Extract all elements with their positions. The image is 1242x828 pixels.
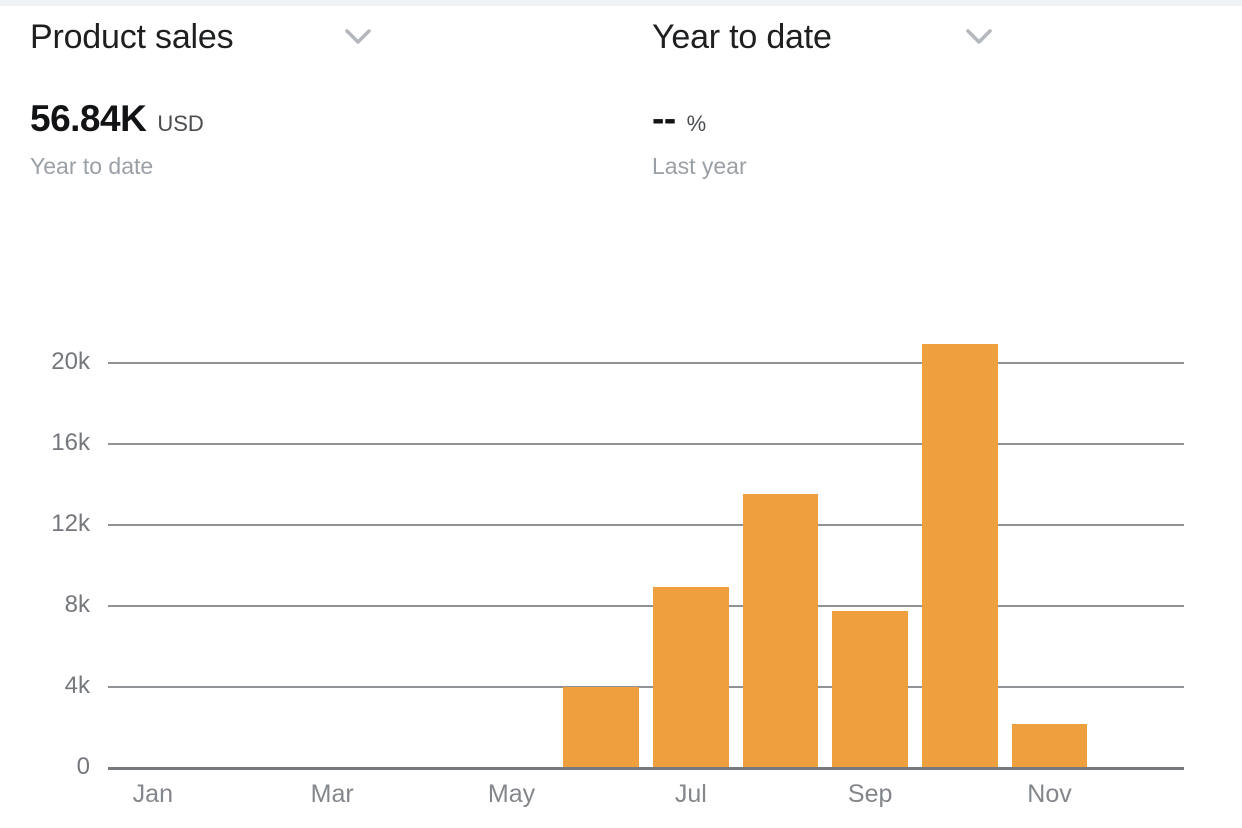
x-axis-tick-label: Mar xyxy=(310,780,354,808)
product-sales-card: Product sales 56.84K USD Year to date Ye… xyxy=(0,6,1242,828)
product-sales-bar-chart: 0 4k 8k 12k 16k 20k Jan Mar May Jul Sep Nov xyxy=(0,246,1242,828)
y-axis-tick-label: 12k xyxy=(51,510,90,537)
chart-bar-jun[interactable] xyxy=(563,687,640,767)
product-sales-value: 56.84K xyxy=(30,98,147,139)
chart-x-axis-labels: Jan Mar May Jul Sep Nov xyxy=(108,780,1184,820)
kpi-product-sales-header: Product sales xyxy=(30,6,610,68)
year-to-date-value: -- xyxy=(652,98,676,139)
y-axis-tick-label: 4k xyxy=(64,672,90,699)
y-axis-tick-label: 8k xyxy=(64,591,90,618)
kpi-year-to-date-header: Year to date xyxy=(652,6,1212,68)
chart-bar-aug[interactable] xyxy=(742,493,819,767)
y-axis-tick-label: 20k xyxy=(51,348,90,375)
chart-bar-jul[interactable] xyxy=(652,586,729,767)
chart-bars xyxy=(108,343,1184,767)
year-to-date-unit: % xyxy=(686,111,707,136)
chart-plot-area: 0 4k 8k 12k 16k 20k xyxy=(51,343,1184,780)
x-axis-tick-label: Sep xyxy=(847,780,893,808)
chart-bar-oct[interactable] xyxy=(921,343,998,767)
product-sales-subtitle: Year to date xyxy=(30,153,154,179)
year-to-date-subtitle: Last year xyxy=(652,153,747,179)
product-sales-title: Product sales xyxy=(30,17,234,56)
year-to-date-value-row: -- % xyxy=(652,98,1212,140)
chevron-down-icon[interactable] xyxy=(341,20,375,54)
kpi-year-to-date: Year to date -- % Last year xyxy=(652,6,1212,180)
product-sales-unit: USD xyxy=(157,111,204,136)
y-axis-tick-label: 0 xyxy=(76,753,90,780)
y-axis-tick-label: 16k xyxy=(51,429,90,456)
chart-bar-sep[interactable] xyxy=(832,611,909,767)
product-sales-value-row: 56.84K USD xyxy=(30,98,610,140)
x-axis-tick-label: Jul xyxy=(674,780,707,808)
chevron-down-icon[interactable] xyxy=(962,20,996,54)
x-axis-tick-label: Nov xyxy=(1027,780,1072,808)
year-to-date-title: Year to date xyxy=(652,17,832,56)
kpi-row: Product sales 56.84K USD Year to date Ye… xyxy=(0,6,1242,246)
chart-bar-nov[interactable] xyxy=(1011,724,1088,767)
x-axis-tick-label: May xyxy=(487,780,536,808)
kpi-product-sales: Product sales 56.84K USD Year to date xyxy=(30,6,610,180)
x-axis-tick-label: Jan xyxy=(132,780,173,808)
chart-axis-baseline xyxy=(108,767,1184,770)
